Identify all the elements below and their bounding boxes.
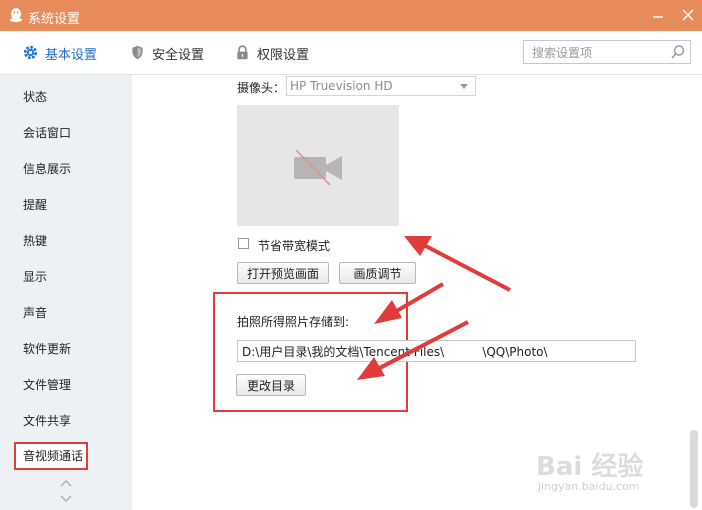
sidebar-item-sound[interactable]: 声音 bbox=[23, 304, 123, 322]
sidebar-item-file-sharing[interactable]: 文件共享 bbox=[23, 412, 123, 430]
sidebar-item-chat-window[interactable]: 会话窗口 bbox=[23, 124, 123, 142]
search-icon[interactable] bbox=[670, 44, 686, 60]
shield-icon bbox=[132, 45, 143, 60]
tab-label: 安全设置 bbox=[152, 48, 205, 63]
settings-sidebar: 状态 会话窗口 信息展示 提醒 热键 显示 声音 软件更新 文件管理 文件共享 … bbox=[0, 75, 132, 510]
sidebar-item-status[interactable]: 状态 bbox=[23, 88, 123, 106]
change-directory-button[interactable]: 更改目录 bbox=[236, 374, 306, 396]
photo-path-field[interactable] bbox=[237, 340, 636, 362]
tab-permission-settings[interactable]: 权限设置 bbox=[234, 43, 320, 63]
sidebar-item-hotkeys[interactable]: 热键 bbox=[23, 232, 123, 250]
qq-penguin-icon bbox=[10, 8, 22, 22]
search-input[interactable] bbox=[530, 43, 668, 63]
tab-security-settings[interactable]: 安全设置 bbox=[129, 43, 215, 63]
camera-selected-value: HP Truevision HD bbox=[290, 79, 393, 93]
settings-tab-bar: 基本设置 安全设置 权限设置 bbox=[0, 31, 702, 75]
tab-label: 权限设置 bbox=[257, 48, 310, 63]
minimize-icon bbox=[653, 16, 663, 18]
title-bar: 系统设置 bbox=[0, 0, 702, 31]
sidebar-item-software-update[interactable]: 软件更新 bbox=[23, 340, 123, 358]
scroll-up-icon[interactable] bbox=[58, 477, 74, 489]
window-title: 系统设置 bbox=[28, 12, 81, 27]
sidebar-item-file-management[interactable]: 文件管理 bbox=[23, 376, 123, 394]
close-icon bbox=[682, 9, 694, 21]
open-preview-button[interactable]: 打开预览画面 bbox=[237, 262, 329, 284]
minimize-button[interactable] bbox=[646, 4, 670, 26]
sidebar-item-display[interactable]: 显示 bbox=[23, 268, 123, 286]
camera-off-icon bbox=[294, 149, 342, 186]
watermark-sub: jingyan.baidu.com bbox=[538, 480, 640, 493]
sidebar-item-reminder[interactable]: 提醒 bbox=[23, 196, 123, 214]
camera-select[interactable]: HP Truevision HD bbox=[286, 76, 476, 96]
camera-preview-area bbox=[237, 105, 399, 226]
photo-save-location-label: 拍照所得照片存储到: bbox=[237, 315, 350, 329]
sidebar-item-audio-video-call[interactable]: 音视频通话 bbox=[14, 442, 88, 470]
watermark-main: Bai 经验 bbox=[536, 452, 644, 482]
close-button[interactable] bbox=[676, 4, 700, 26]
lock-icon bbox=[237, 45, 248, 60]
tab-label: 基本设置 bbox=[45, 48, 98, 63]
camera-label: 摄像头： bbox=[237, 81, 286, 95]
quality-adjust-button[interactable]: 画质调节 bbox=[339, 262, 416, 284]
gear-icon bbox=[23, 45, 38, 60]
settings-search-box[interactable] bbox=[523, 40, 691, 64]
bandwidth-saving-label: 节省带宽模式 bbox=[258, 239, 331, 253]
sidebar-item-info-display[interactable]: 信息展示 bbox=[23, 160, 123, 178]
bandwidth-saving-checkbox[interactable] bbox=[238, 238, 249, 249]
baidu-watermark: Bai 经验 jingyan.baidu.com bbox=[536, 440, 696, 500]
tab-basic-settings[interactable]: 基本设置 bbox=[22, 43, 108, 63]
scroll-down-icon[interactable] bbox=[58, 493, 74, 505]
dropdown-arrow-icon bbox=[460, 84, 468, 89]
